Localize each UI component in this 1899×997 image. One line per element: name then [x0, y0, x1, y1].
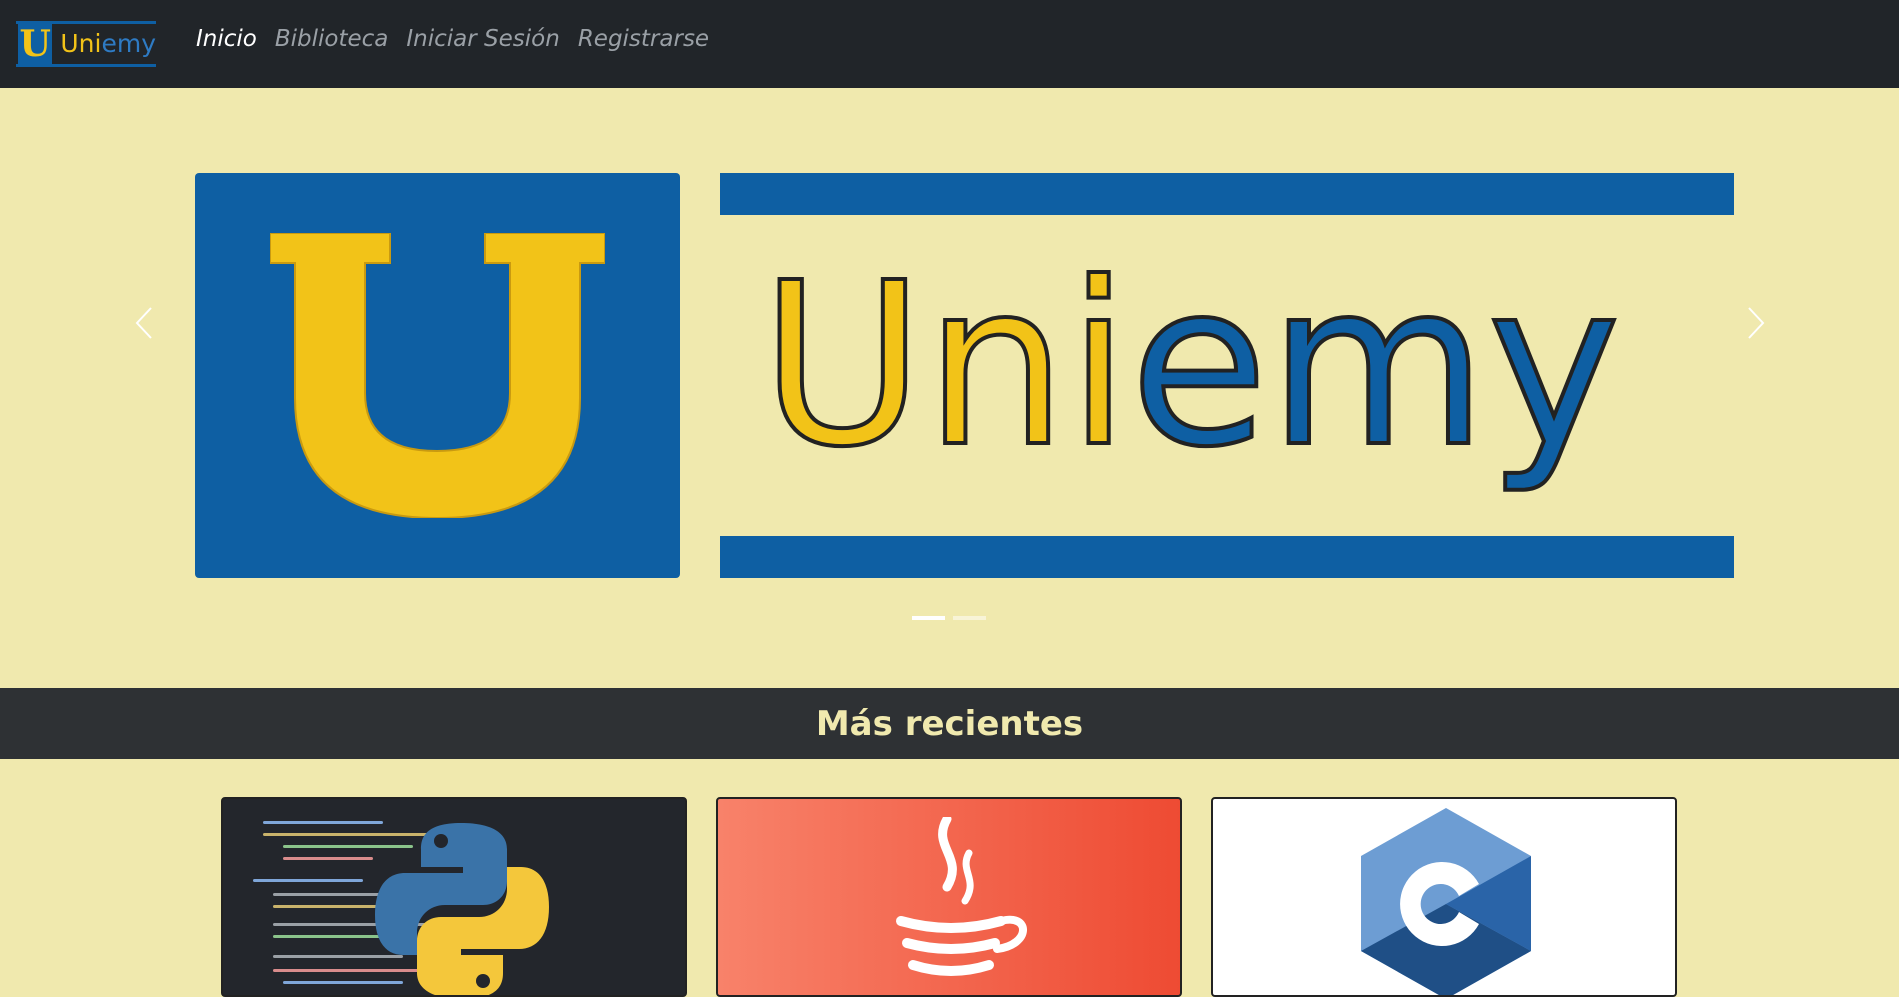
section-title: Más recientes — [815, 703, 1084, 744]
hero-bottom-bar — [720, 536, 1734, 578]
brand-name-emy: emy — [101, 29, 156, 58]
brand-logo[interactable]: U Uniemy — [16, 21, 156, 67]
nav-link-inicio[interactable]: Inicio — [196, 26, 257, 52]
brand-letter: U — [19, 23, 51, 65]
nav-link-biblioteca[interactable]: Biblioteca — [275, 26, 389, 52]
svg-text:Uniemy: Uniemy — [760, 238, 1621, 497]
java-logo-icon — [896, 817, 1027, 976]
chevron-right-icon — [1748, 307, 1765, 339]
hero-top-bar — [720, 173, 1734, 215]
python-logo-icon — [375, 823, 549, 995]
hero-logo-box — [195, 173, 680, 578]
carousel-indicator-2[interactable] — [953, 616, 986, 620]
recent-section-header: Más recientes — [0, 688, 1899, 759]
chevron-left-icon — [135, 307, 152, 339]
brand-logo-box: U — [18, 23, 53, 65]
navbar: U Uniemy Inicio Biblioteca Iniciar Sesió… — [0, 0, 1899, 88]
course-card-java[interactable] — [716, 797, 1182, 997]
course-card-c[interactable] — [1211, 797, 1677, 997]
nav-link-iniciar-sesion[interactable]: Iniciar Sesión — [406, 26, 559, 52]
nav-link-registrarse[interactable]: Registrarse — [578, 26, 709, 52]
carousel-indicator-1[interactable] — [912, 616, 945, 620]
c-language-logo-icon — [1361, 808, 1531, 995]
carousel-prev-button[interactable] — [124, 288, 164, 358]
brand-name-uni: Uni — [60, 29, 102, 58]
carousel-indicators — [912, 616, 986, 620]
nav-links: Inicio Biblioteca Iniciar Sesión Registr… — [196, 26, 709, 52]
hero-u-logo-icon — [270, 233, 605, 518]
hero-carousel: Uniemy — [0, 88, 1899, 688]
brand-name: Uniemy — [60, 24, 156, 64]
hero-wordmark: Uniemy — [760, 238, 1623, 499]
course-card-python[interactable] — [221, 797, 687, 997]
carousel-next-button[interactable] — [1736, 288, 1776, 358]
